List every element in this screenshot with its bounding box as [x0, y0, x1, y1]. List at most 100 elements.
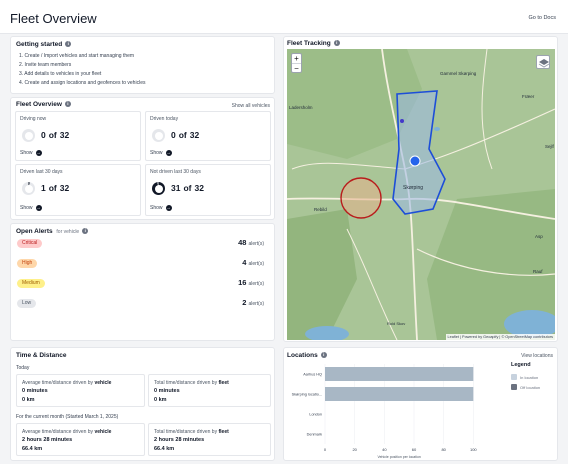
show-label: Show [150, 150, 163, 156]
by-vehicle-text: vehicle [94, 429, 112, 435]
today-avg-distance: 0 km [22, 397, 35, 403]
legend-title: Legend [511, 362, 531, 368]
total-label: Total time/distance driven by fleet [154, 380, 229, 386]
view-locations-link[interactable]: View locations [521, 353, 553, 359]
fleet-overview-title: Fleet Overview i [16, 101, 71, 108]
show-button[interactable]: Show → [150, 150, 172, 156]
fleet-tracking-title: Fleet Tracking i [287, 40, 340, 47]
alert-level-badge[interactable]: Critical [17, 239, 43, 248]
open-alerts-panel: Open Alerts for vehicle i Critical 48 alert… [10, 223, 275, 341]
step-item[interactable]: 1. Create / Import vehicles and start ma… [19, 53, 134, 59]
time-distance-panel: Time & Distance Today Average time/dista… [10, 347, 275, 461]
month-total-time: 2 hours 28 minutes [154, 437, 205, 443]
average-label-text: Average time/distance driven by [22, 429, 94, 435]
show-all-vehicles-link[interactable]: Show all vehicles [232, 103, 270, 109]
alert-count[interactable]: 48 alert(s) [238, 238, 264, 247]
alert-count[interactable]: 16 alert(s) [238, 278, 264, 287]
today-total-distance: 0 km [154, 397, 167, 403]
zoom-control: + − [291, 53, 302, 73]
alert-count[interactable]: 2 alert(s) [242, 298, 264, 307]
fleet-stat-label: Driven last 30 days [20, 169, 63, 175]
alert-count[interactable]: 4 alert(s) [242, 258, 264, 267]
map-canvas[interactable] [287, 49, 555, 340]
alert-count-number: 16 [238, 278, 247, 287]
month-total-distance: 66.4 km [154, 446, 175, 452]
info-icon[interactable]: i [333, 40, 340, 46]
show-label: Show [150, 205, 163, 211]
map-place-label: Asp [535, 234, 543, 239]
x-tick-label: 40 [382, 447, 387, 452]
fleet-tracking-title-text: Fleet Tracking [287, 40, 331, 47]
fleet-stat-count: 0 [171, 130, 176, 140]
fleet-stat-total: 32 [189, 130, 200, 140]
legend-swatch [511, 374, 517, 380]
y-category-label: Denmark [307, 433, 323, 437]
show-label: Show [20, 205, 33, 211]
alert-unit: alert(s) [248, 301, 264, 307]
zoom-out-button[interactable]: − [292, 64, 301, 74]
legend-item-off-location[interactable]: Off location [511, 384, 540, 390]
month-avg-distance: 66.4 km [22, 446, 43, 452]
getting-started-panel: Getting started i 1. Create / Import vehi… [10, 36, 275, 94]
month-label: For the current month (Started March 1, … [16, 414, 119, 420]
x-tick-label: 20 [352, 447, 357, 452]
location-bar[interactable] [325, 367, 474, 381]
info-icon[interactable]: i [65, 41, 72, 47]
average-label: Average time/distance driven by vehicle [22, 380, 111, 386]
today-average-card: Average time/distance driven by vehicle … [16, 374, 145, 407]
map-attribution[interactable]: Leaflet | Powered by Geoapify | © OpenSt… [445, 334, 555, 340]
fleet-tracking-panel: Fleet Tracking i Gammel Skørping Fræer La… [283, 36, 558, 342]
total-label-text: Total time/distance driven by [154, 429, 218, 435]
alert-unit: alert(s) [248, 281, 264, 287]
alert-unit: alert(s) [248, 241, 264, 247]
month-average-card: Average time/distance driven by vehicle … [16, 423, 145, 456]
zoom-in-button[interactable]: + [292, 54, 301, 64]
info-icon[interactable]: i [82, 228, 89, 234]
fleet-map[interactable]: Gammel Skørping Fræer Ladersholm Skørpin… [287, 49, 555, 340]
show-button[interactable]: Show → [20, 150, 42, 156]
layers-button[interactable] [536, 55, 550, 69]
arrow-right-icon: → [165, 205, 172, 211]
time-distance-title: Time & Distance [16, 352, 67, 359]
step-item[interactable]: 3. Add details to vehicles in your fleet [19, 71, 101, 77]
show-label: Show [20, 150, 33, 156]
alert-unit: alert(s) [248, 261, 264, 267]
average-label-text: Average time/distance driven by [22, 380, 94, 386]
open-alerts-title: Open Alerts for vehicle i [16, 228, 89, 235]
location-bar[interactable] [325, 387, 474, 401]
show-button[interactable]: Show → [150, 205, 172, 211]
legend-item-in-location[interactable]: In location [511, 374, 538, 380]
alert-level-badge[interactable]: Low [17, 299, 37, 308]
fleet-stat-label: Driving now [20, 116, 47, 122]
today-total-time: 0 minutes [154, 388, 180, 394]
alert-level-badge[interactable]: High [17, 259, 38, 268]
y-category-label: London [309, 413, 322, 417]
fleet-stat-gauge [152, 182, 165, 195]
info-icon[interactable]: i [320, 352, 327, 358]
step-item[interactable]: 2. Invite team members [19, 62, 71, 68]
month-avg-time: 2 hours 28 minutes [22, 437, 73, 443]
of-label: of [183, 183, 192, 193]
total-label-text: Total time/distance driven by [154, 380, 218, 386]
map-place-label: Rebild [314, 207, 327, 212]
of-label: of [48, 130, 57, 140]
legend-label: In location [520, 374, 539, 380]
fleet-stat-count: 1 [41, 183, 46, 193]
alert-level-badge[interactable]: Medium [17, 279, 45, 288]
fleet-stat-count: 0 [41, 130, 46, 140]
fleet-stat-label: Not driven last 30 days [150, 169, 201, 175]
fleet-stat-gauge [22, 182, 35, 195]
info-icon[interactable]: i [64, 101, 71, 107]
go-to-docs-link[interactable]: Go to Docs [528, 15, 556, 21]
fleet-stat-value: 0 of 32 [41, 130, 69, 140]
y-category-label: Aarhus HQ [303, 373, 322, 377]
show-button[interactable]: Show → [20, 205, 42, 211]
by-fleet-text: fleet [218, 429, 229, 435]
fleet-stat-total: 32 [59, 183, 70, 193]
legend-swatch [511, 384, 517, 390]
of-label: of [48, 183, 57, 193]
step-item[interactable]: 4. Create and assign locations and geofe… [19, 80, 145, 86]
locations-title-text: Locations [287, 352, 318, 359]
total-label: Total time/distance driven by fleet [154, 429, 229, 435]
alert-count-number: 48 [238, 238, 247, 247]
